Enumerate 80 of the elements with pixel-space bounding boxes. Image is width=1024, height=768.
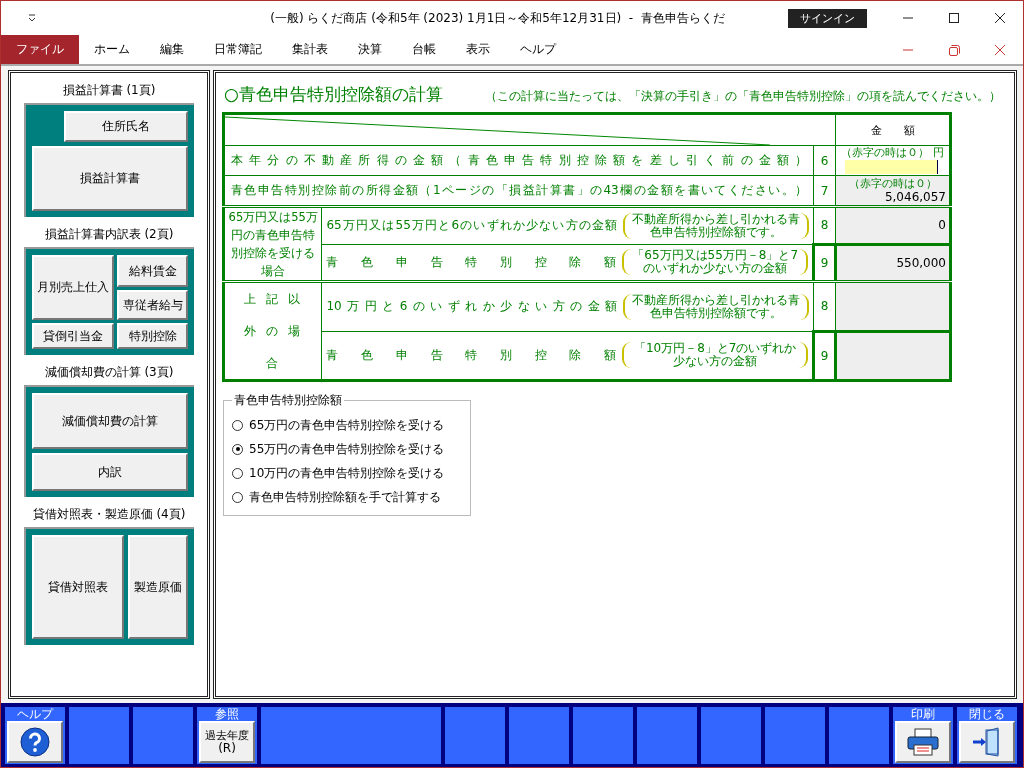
- menu-tab[interactable]: 台帳: [397, 35, 451, 64]
- hint-text: （赤字の時は０）: [848, 177, 937, 190]
- sidebar-button[interactable]: 貸倒引当金: [32, 323, 114, 349]
- radio-button[interactable]: [232, 419, 243, 431]
- amount-value: 5,046,057: [883, 189, 946, 204]
- radio-button[interactable]: [232, 443, 243, 455]
- empty-key-slot: [765, 707, 825, 764]
- sidebar-button[interactable]: 住所氏名: [64, 111, 188, 142]
- help-icon: [20, 727, 50, 757]
- text-cursor: [937, 160, 938, 174]
- sidebar-button[interactable]: 貸借対照表: [32, 535, 124, 639]
- row-label: 青色申告特別控除額: [326, 346, 617, 364]
- group-heading: 貸借対照表・製造原価 (4頁): [32, 506, 186, 523]
- line-number-cell: 6: [813, 145, 836, 176]
- key-label: ヘルプ: [16, 707, 55, 721]
- note-text: 不動産所得から差し引かれる青色申告特別控除額です。: [631, 212, 802, 239]
- radio-option[interactable]: 青色申告特別控除額を手で計算する: [232, 485, 462, 509]
- empty-key-slot: [133, 707, 193, 764]
- empty-key-slot: [69, 707, 129, 764]
- print-button[interactable]: [895, 721, 951, 763]
- empty-key-slot: [445, 707, 505, 764]
- form-note: （この計算に当たっては、「決算の手引き」の「青色申告特別控除」の項を読んでください。）: [484, 88, 1001, 105]
- section-heading: 上記以外の場合: [243, 291, 312, 372]
- sidebar-button[interactable]: 減価償却費の計算: [32, 393, 188, 449]
- menu-tab[interactable]: ファイル: [1, 35, 79, 64]
- hint-text: （赤字の時は０）: [841, 147, 930, 159]
- line-number-cell: 9: [813, 331, 836, 381]
- menu-tab[interactable]: ヘルプ: [505, 35, 571, 64]
- empty-key-slot: [509, 707, 569, 764]
- help-button[interactable]: [7, 721, 63, 763]
- radio-button[interactable]: [232, 467, 243, 479]
- printer-icon: [906, 727, 940, 757]
- amount-field[interactable]: [845, 160, 938, 174]
- menu-tab[interactable]: 表示: [451, 35, 505, 64]
- sidebar-button[interactable]: 専従者給与: [117, 290, 188, 320]
- sign-in-button[interactable]: サインイン: [788, 8, 867, 28]
- row-label: 65万円又は55万円と6のいずれか少ない方の金額: [326, 217, 618, 235]
- sidebar-button[interactable]: 製造原価: [128, 535, 188, 639]
- past-year-button[interactable]: 過去年度 (R): [199, 721, 255, 763]
- sidebar-button[interactable]: 給料賃金: [117, 255, 188, 287]
- empty-key-slot: [573, 707, 633, 764]
- empty-key-slot: [637, 707, 697, 764]
- amount-value: 0: [937, 218, 946, 233]
- quick-access-icon[interactable]: [27, 13, 37, 23]
- row-label: 青色申告特別控除前の所得金額（1ページの「損益計算書」の43欄の金額を書いてください。）: [231, 182, 808, 199]
- section-heading: 65万円又は55万円の青色申告特別控除を受ける場合: [227, 209, 319, 280]
- sidebar-button[interactable]: 月別売上仕入: [32, 255, 114, 320]
- close-button[interactable]: [959, 721, 1015, 763]
- note-text: 「65万円又は55万円－8」と7のいずれか少ない方の金額: [631, 249, 800, 276]
- note-text: 「10万円－8」と7のいずれか少ない方の金額: [632, 342, 798, 369]
- unit-label: 円: [933, 147, 945, 159]
- group-heading: 損益計算書内訳表 (2頁): [44, 226, 174, 243]
- sidebar-button[interactable]: 特別控除: [117, 323, 188, 349]
- empty-key-slot: [701, 707, 761, 764]
- note-text: 不動産所得から差し引かれる青色申告特別控除額です。: [631, 293, 802, 320]
- key-label: 閉じる: [968, 707, 1006, 721]
- form-title: ○青色申告特別控除額の計算: [224, 83, 443, 106]
- group-heading: 減価償却費の計算 (3頁): [44, 364, 174, 381]
- menu-tab[interactable]: 集計表: [277, 35, 343, 64]
- row-label: 10万円と6のいずれか少ない方の金額: [326, 298, 618, 316]
- row-label: 本年分の不動産所得の金額（青色申告特別控除額を差し引く前の金額）: [231, 152, 808, 169]
- sidebar-button[interactable]: 損益計算書: [32, 146, 188, 211]
- row-label: 青色申告特別控除額: [326, 253, 617, 271]
- menu-tab[interactable]: 日常簿記: [199, 35, 277, 64]
- radio-option[interactable]: 65万円の青色申告特別控除を受ける: [232, 413, 462, 437]
- menu-tab[interactable]: 編集: [145, 35, 199, 64]
- menu-tab[interactable]: 決算: [343, 35, 397, 64]
- menu-tab[interactable]: ホーム: [79, 35, 145, 64]
- sidebar-button[interactable]: 内訳: [32, 453, 188, 491]
- window-title: (一般) らくだ商店 (令和5年 (2023) 1月1日～令和5年12月31日) - 青色申告らくだ: [269, 9, 726, 27]
- amount-value: 550,000: [895, 255, 946, 270]
- key-label: 参照: [214, 707, 240, 721]
- radio-option[interactable]: 55万円の青色申告特別控除を受ける: [232, 437, 462, 461]
- key-label: 印刷: [910, 707, 936, 721]
- radio-button[interactable]: [232, 491, 243, 503]
- radio-option[interactable]: 10万円の青色申告特別控除を受ける: [232, 461, 462, 485]
- empty-key-slot: [829, 707, 889, 764]
- group-heading: 損益計算書 (1頁): [62, 82, 156, 99]
- column-header: 金 額: [870, 123, 915, 137]
- group-label: 青色申告特別控除額: [233, 392, 343, 409]
